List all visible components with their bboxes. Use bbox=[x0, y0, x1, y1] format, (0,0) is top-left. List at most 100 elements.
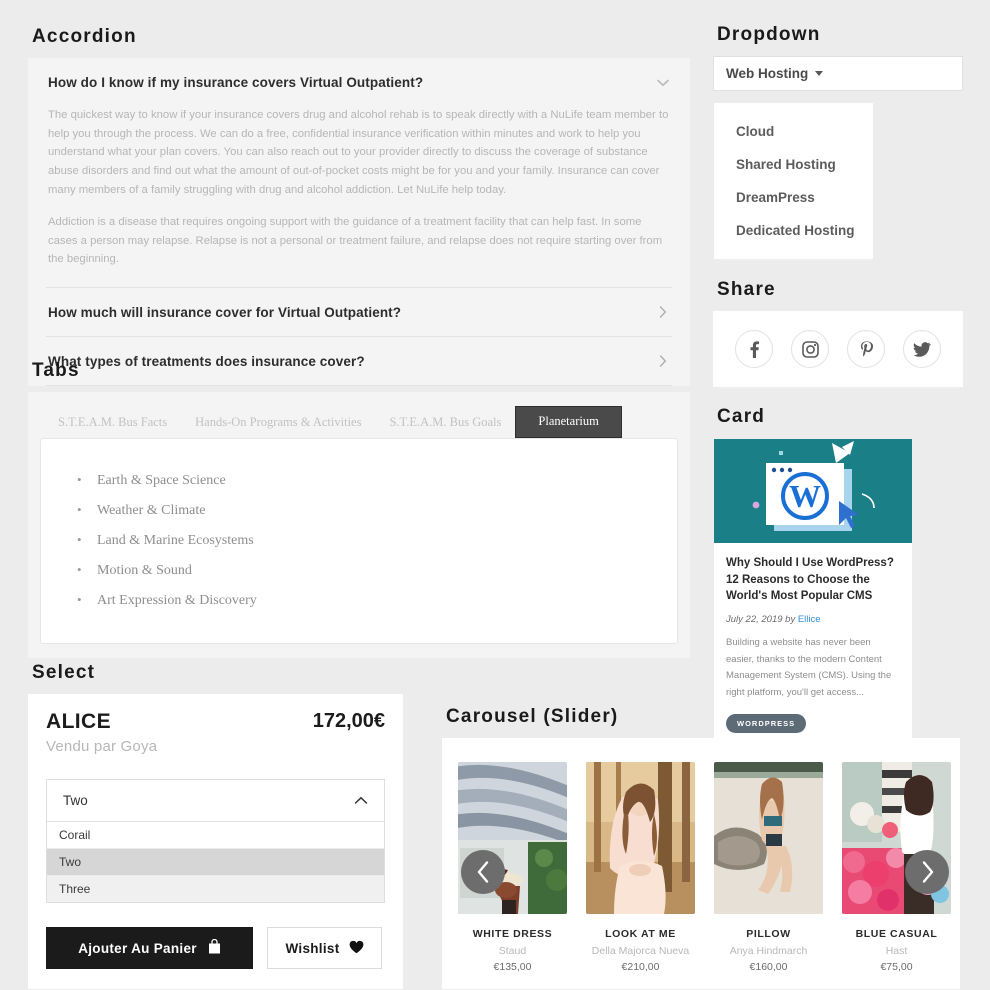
accordion-question-1: How much will insurance cover for Virtua… bbox=[48, 305, 402, 320]
product-vendor: Vendu par Goya bbox=[46, 738, 158, 755]
carousel-section: Carousel (Slider) WHITE DRESS Staud €135… bbox=[442, 706, 960, 989]
list-item: Weather & Climate bbox=[71, 502, 647, 533]
chevron-up-icon[interactable] bbox=[354, 794, 368, 808]
accordion-section-title: Accordion bbox=[32, 26, 137, 47]
wordpress-illustration: W bbox=[714, 439, 912, 543]
share-panel bbox=[713, 311, 963, 387]
accordion-body-0: The quickest way to know if your insuran… bbox=[46, 106, 672, 287]
card-excerpt: Building a website has never been easier… bbox=[726, 637, 892, 698]
accordion-section: Accordion How do I know if my insurance … bbox=[28, 26, 690, 386]
product-price: 172,00€ bbox=[312, 710, 385, 732]
tab-panel-planetarium: Earth & Space Science Weather & Climate … bbox=[40, 438, 678, 644]
add-to-cart-button[interactable]: Ajouter Au Panier bbox=[46, 927, 253, 969]
select-section: Select ALICE 172,00€ Vendu par Goya Two … bbox=[28, 662, 403, 989]
variant-select: Two Corail Two Three bbox=[46, 779, 385, 903]
list-item: Motion & Sound bbox=[71, 562, 647, 593]
variant-option-three[interactable]: Three bbox=[47, 876, 384, 902]
tab-hands-on-programs[interactable]: Hands-On Programs & Activities bbox=[181, 408, 375, 438]
carousel-item-brand: Della Majorca Nueva bbox=[591, 945, 690, 957]
share-section: Share bbox=[713, 279, 963, 387]
wishlist-label: Wishlist bbox=[285, 940, 340, 956]
carousel-item-price: €75,00 bbox=[880, 961, 913, 973]
tab-steam-bus-facts[interactable]: S.T.E.A.M. Bus Facts bbox=[44, 408, 181, 438]
tabs-section-title: Tabs bbox=[32, 360, 80, 381]
accordion-header-1[interactable]: How much will insurance cover for Virtua… bbox=[46, 288, 672, 336]
carousel-item-title: BLUE CASUAL bbox=[855, 928, 938, 940]
carousel-next-button[interactable] bbox=[905, 850, 949, 894]
share-section-title: Share bbox=[717, 279, 776, 300]
carousel-section-title: Carousel (Slider) bbox=[446, 706, 619, 727]
accordion-item-1: How much will insurance cover for Virtua… bbox=[46, 288, 672, 337]
variant-select-toggle[interactable]: Two bbox=[47, 780, 384, 821]
product-card: ALICE 172,00€ Vendu par Goya Two Corail … bbox=[28, 694, 403, 989]
accordion-paragraph: Addiction is a disease that requires ong… bbox=[48, 216, 663, 266]
carousel-item-brand: Staud bbox=[498, 945, 527, 957]
svg-text:W: W bbox=[789, 478, 821, 514]
list-item: Earth & Space Science bbox=[71, 472, 647, 503]
carousel-item-brand: Hast bbox=[885, 945, 908, 957]
card-date: July 22, 2019 bbox=[726, 614, 783, 626]
variant-option-two[interactable]: Two bbox=[47, 849, 384, 876]
card-section: Card W Why Should I Use WordPress? 12 Re… bbox=[713, 406, 913, 750]
carousel-item-price: €135,00 bbox=[493, 961, 532, 973]
woman-on-beach-rock-image bbox=[714, 762, 823, 914]
product-actions: Ajouter Au Panier Wishlist bbox=[46, 927, 385, 969]
carousel-item-title: WHITE DRESS bbox=[472, 928, 553, 940]
chevron-right-icon[interactable] bbox=[656, 305, 670, 320]
carousel-item-price: €210,00 bbox=[621, 961, 660, 973]
accordion-question-0: How do I know if my insurance covers Vir… bbox=[48, 75, 424, 90]
card-by-label: by bbox=[785, 614, 796, 626]
shopping-bag-icon bbox=[208, 938, 221, 957]
list-item: Land & Marine Ecosystems bbox=[71, 532, 647, 563]
accordion-panel: How do I know if my insurance covers Vir… bbox=[28, 58, 690, 386]
select-section-title: Select bbox=[32, 662, 96, 683]
dropdown-menu: Cloud Shared Hosting DreamPress Dedicate… bbox=[713, 102, 874, 260]
woman-in-peach-dress-image bbox=[586, 762, 695, 914]
carousel-item-look-at-me[interactable]: LOOK AT ME Della Majorca Nueva €210,00 bbox=[586, 762, 695, 973]
card-section-title: Card bbox=[717, 406, 766, 427]
facebook-icon[interactable] bbox=[735, 330, 773, 368]
carousel-panel: WHITE DRESS Staud €135,00 LOOK AT ME Del… bbox=[442, 738, 960, 989]
accordion-item-0: How do I know if my insurance covers Vir… bbox=[46, 58, 672, 288]
variant-select-value: Two bbox=[63, 793, 88, 808]
dropdown-toggle-label: Web Hosting bbox=[726, 66, 809, 81]
card-author-link[interactable]: Ellice bbox=[798, 614, 821, 625]
tab-planetarium[interactable]: Planetarium bbox=[515, 406, 622, 438]
blog-card[interactable]: W Why Should I Use WordPress? 12 Reasons… bbox=[713, 438, 913, 750]
tab-steam-bus-goals[interactable]: S.T.E.A.M. Bus Goals bbox=[375, 408, 515, 438]
dropdown-item-dedicated-hosting[interactable]: Dedicated Hosting bbox=[714, 214, 873, 247]
carousel-track: WHITE DRESS Staud €135,00 LOOK AT ME Del… bbox=[458, 762, 951, 973]
tab-content-list: Earth & Space Science Weather & Climate … bbox=[71, 472, 647, 609]
dropdown-section: Dropdown Web Hosting Cloud Shared Hostin… bbox=[713, 24, 963, 260]
carousel-item-pillow[interactable]: PILLOW Anya Hindmarch €160,00 bbox=[714, 762, 823, 973]
dropdown-item-shared-hosting[interactable]: Shared Hosting bbox=[714, 148, 873, 181]
tab-list: S.T.E.A.M. Bus Facts Hands-On Programs &… bbox=[40, 402, 678, 438]
dropdown-item-dreampress[interactable]: DreamPress bbox=[714, 181, 873, 214]
product-header: ALICE 172,00€ bbox=[46, 710, 385, 734]
carousel-prev-button[interactable] bbox=[461, 850, 505, 894]
wishlist-button[interactable]: Wishlist bbox=[267, 927, 382, 969]
tabs-panel: S.T.E.A.M. Bus Facts Hands-On Programs &… bbox=[28, 392, 690, 658]
list-item: Art Expression & Discovery bbox=[71, 592, 647, 609]
product-name: ALICE bbox=[46, 710, 111, 733]
carousel-item-price: €160,00 bbox=[749, 961, 788, 973]
carousel-item-title: LOOK AT ME bbox=[605, 928, 676, 940]
carousel-item-brand: Anya Hindmarch bbox=[729, 945, 808, 957]
chevron-down-icon[interactable] bbox=[656, 76, 670, 89]
dropdown-toggle[interactable]: Web Hosting bbox=[713, 56, 963, 91]
card-title: Why Should I Use WordPress? 12 Reasons t… bbox=[726, 557, 894, 603]
caret-down-icon bbox=[815, 71, 824, 76]
accordion-paragraph: The quickest way to know if your insuran… bbox=[48, 109, 669, 196]
pinterest-icon[interactable] bbox=[847, 330, 885, 368]
carousel-item-title: PILLOW bbox=[746, 928, 791, 940]
dropdown-section-title: Dropdown bbox=[717, 24, 821, 45]
card-meta: July 22, 2019 by Ellice bbox=[726, 614, 900, 625]
variant-option-corail[interactable]: Corail bbox=[47, 822, 384, 849]
variant-option-list: Corail Two Three bbox=[47, 821, 384, 902]
dropdown-item-cloud[interactable]: Cloud bbox=[714, 115, 873, 148]
accordion-header-0[interactable]: How do I know if my insurance covers Vir… bbox=[46, 58, 672, 106]
tabs-section: Tabs S.T.E.A.M. Bus Facts Hands-On Progr… bbox=[28, 360, 690, 658]
add-to-cart-label: Ajouter Au Panier bbox=[78, 940, 197, 956]
twitter-icon[interactable] bbox=[903, 330, 941, 368]
instagram-icon[interactable] bbox=[791, 330, 829, 368]
